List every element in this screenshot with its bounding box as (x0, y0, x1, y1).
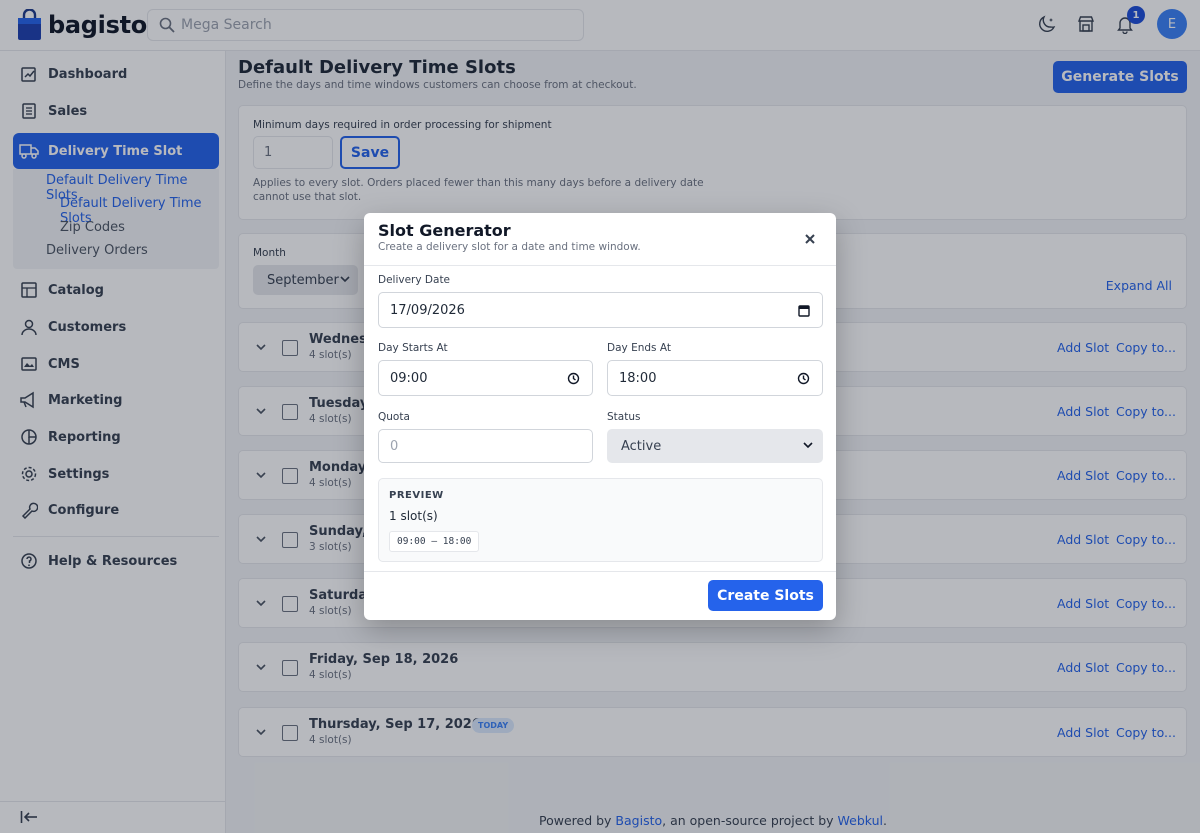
create-slots-button[interactable]: Create Slots (708, 580, 823, 611)
status-value: Active (621, 438, 662, 454)
clock-icon[interactable] (567, 372, 580, 385)
status-select[interactable]: Active (607, 429, 823, 463)
modal-footer-divider (364, 571, 836, 572)
preview-slot-count: 1 slot(s) (389, 509, 438, 523)
modal-subtitle: Create a delivery slot for a date and ti… (378, 241, 641, 253)
quota-placeholder: 0 (390, 438, 399, 454)
status-label: Status (607, 411, 641, 423)
modal-header-divider (364, 265, 836, 266)
day-starts-input[interactable]: 09:00 (378, 360, 593, 396)
day-ends-input[interactable]: 18:00 (607, 360, 823, 396)
quota-input[interactable]: 0 (378, 429, 593, 463)
slot-preview: PREVIEW 1 slot(s) 09:00 – 18:00 (378, 478, 823, 562)
delivery-date-value: 17/09/2026 (390, 302, 465, 318)
delivery-date-label: Delivery Date (378, 274, 451, 286)
day-starts-label: Day Starts At (378, 342, 448, 354)
preview-title: PREVIEW (389, 490, 444, 501)
preview-time-chip: 09:00 – 18:00 (389, 531, 480, 552)
day-ends-label: Day Ends At (607, 342, 671, 354)
chevron-down-icon (803, 442, 813, 449)
quota-label: Quota (378, 411, 410, 423)
close-icon[interactable] (804, 233, 816, 245)
calendar-icon[interactable] (798, 304, 810, 317)
slot-generator-modal: Slot Generator Create a delivery slot fo… (364, 213, 836, 620)
clock-icon[interactable] (797, 372, 810, 385)
modal-title: Slot Generator (378, 221, 511, 240)
delivery-date-input[interactable]: 17/09/2026 (378, 292, 823, 328)
day-starts-value: 09:00 (390, 370, 428, 386)
day-ends-value: 18:00 (619, 370, 657, 386)
